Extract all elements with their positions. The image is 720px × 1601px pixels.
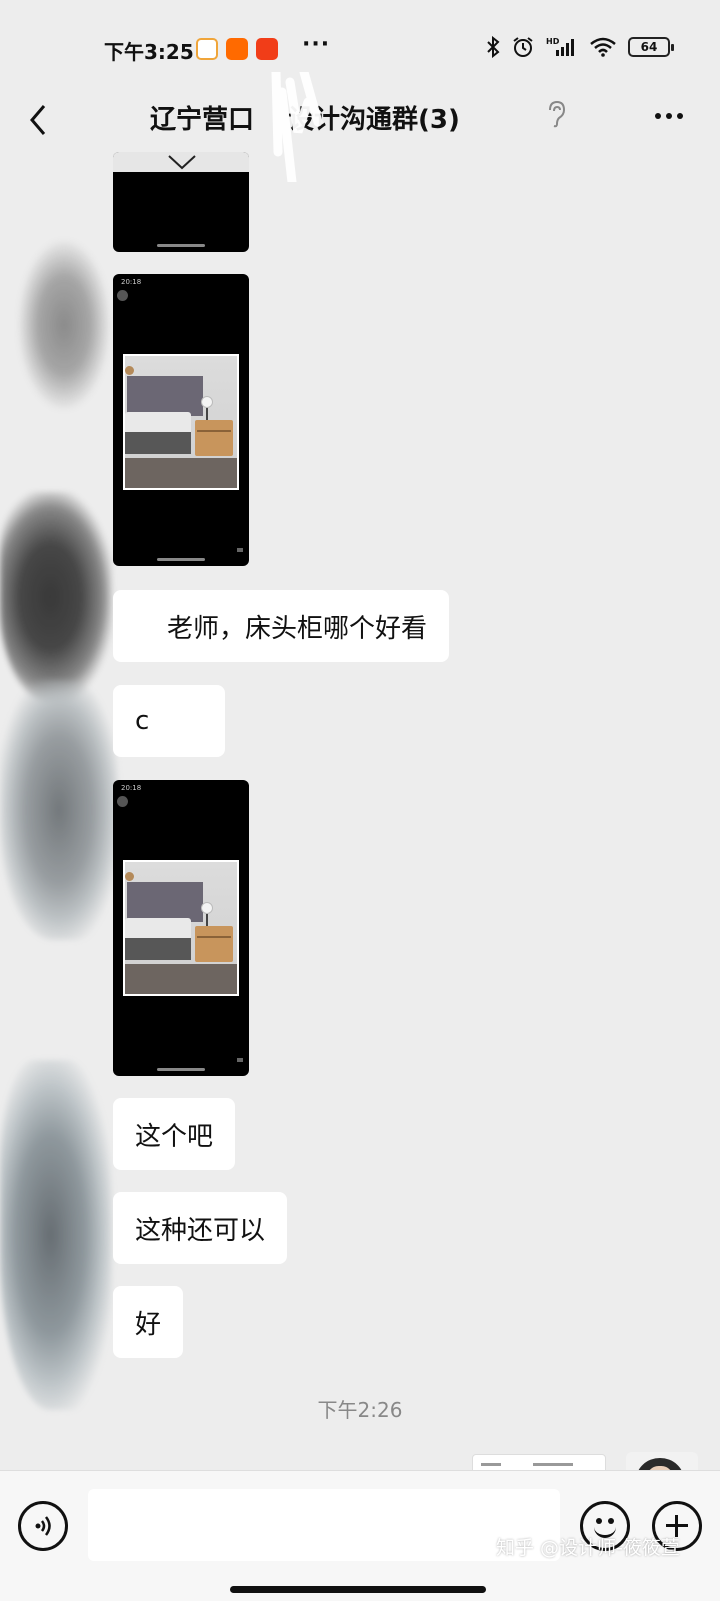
image-home-bar (157, 558, 205, 561)
image-line-art (168, 155, 196, 170)
photo-headboard (127, 376, 203, 416)
image-status-time: 20:18 (121, 784, 142, 792)
avatar[interactable] (0, 492, 112, 702)
photo-headboard (127, 882, 203, 922)
message-text: 老师，床头柜哪个好看 (167, 613, 428, 644)
shopping-app-icon (256, 38, 278, 60)
message-timestamp: 下午2:26 (317, 1398, 403, 1422)
image-corner-mark (237, 1058, 243, 1062)
image-avatar-dot (117, 290, 128, 301)
status-icons: HD 64 (486, 36, 674, 58)
image-message[interactable]: 20:18 (113, 274, 249, 566)
photo-floor (125, 458, 237, 488)
avatar[interactable] (0, 680, 118, 940)
image-status-time: 20:18 (121, 278, 142, 286)
message-input[interactable] (88, 1489, 560, 1561)
message-text: c (135, 706, 150, 736)
message-text: 这种还可以 (135, 1215, 266, 1246)
photo-drawer (197, 430, 231, 432)
voice-button[interactable] (18, 1501, 68, 1551)
status-more-dots: ··· (302, 32, 331, 57)
bluetooth-icon (487, 36, 500, 58)
more-dot (677, 113, 683, 119)
bedroom-photo (123, 354, 239, 490)
peek-line (481, 1463, 501, 1466)
photo-lamp-pole (206, 914, 208, 926)
alarm-icon (513, 37, 533, 57)
photo-nightstand (195, 420, 233, 456)
battery-icon: 64 (628, 37, 674, 57)
chat-title-part1: 辽宁营口 (150, 105, 255, 135)
photo-lamp-pole (206, 408, 208, 420)
wifi-icon (590, 37, 616, 57)
home-app-icon (196, 38, 218, 60)
more-dot (666, 113, 672, 119)
ear-icon (549, 100, 566, 128)
voice-icon (35, 1516, 51, 1536)
photo-floor (125, 964, 237, 994)
image-message[interactable] (113, 152, 249, 252)
photo-blanket (125, 938, 191, 960)
image-avatar-dot (117, 796, 128, 807)
photo-lamp (201, 902, 213, 914)
more-button[interactable] (646, 96, 692, 136)
peek-line (533, 1463, 573, 1466)
signal-icon: HD (546, 37, 574, 56)
taobao-app-icon (226, 38, 248, 60)
signal-hd-label: HD (546, 37, 560, 46)
bedroom-photo (123, 860, 239, 996)
chevron-left-icon (30, 105, 46, 135)
avatar[interactable] (18, 240, 110, 410)
message-text: 好 (135, 1309, 162, 1340)
photo-blanket (125, 432, 191, 454)
avatar[interactable] (0, 1060, 112, 1410)
message-bubble[interactable]: 这个吧 (113, 1098, 236, 1170)
redaction-scribble (271, 72, 323, 182)
watermark: 知乎 @设计师-筱筱萱 (496, 1537, 680, 1559)
status-time: 下午3:25 (104, 40, 194, 64)
more-dot (655, 113, 661, 119)
back-button[interactable] (22, 98, 68, 144)
message-bubble[interactable]: 老师，床头柜哪个好看 (113, 590, 450, 662)
message-bubble[interactable]: c (113, 685, 225, 757)
message-text: 这个吧 (135, 1121, 214, 1152)
photo-lamp (201, 396, 213, 408)
message-bubble[interactable]: 好 (113, 1286, 184, 1358)
home-indicator[interactable] (230, 1586, 486, 1593)
image-message[interactable]: 20:18 (113, 780, 249, 1076)
photo-drawer (197, 936, 231, 938)
message-bubble[interactable]: 这种还可以 (113, 1192, 288, 1264)
photo-nightstand (195, 926, 233, 962)
image-corner-mark (237, 548, 243, 552)
photo-badge (125, 872, 134, 881)
image-home-bar (157, 244, 205, 247)
image-home-bar (157, 1068, 205, 1071)
photo-badge (125, 366, 134, 375)
chat-header: 辽宁营口 设计沟通群(3) (0, 90, 720, 156)
status-bar: 下午3:25 ··· HD 64 (0, 0, 720, 90)
